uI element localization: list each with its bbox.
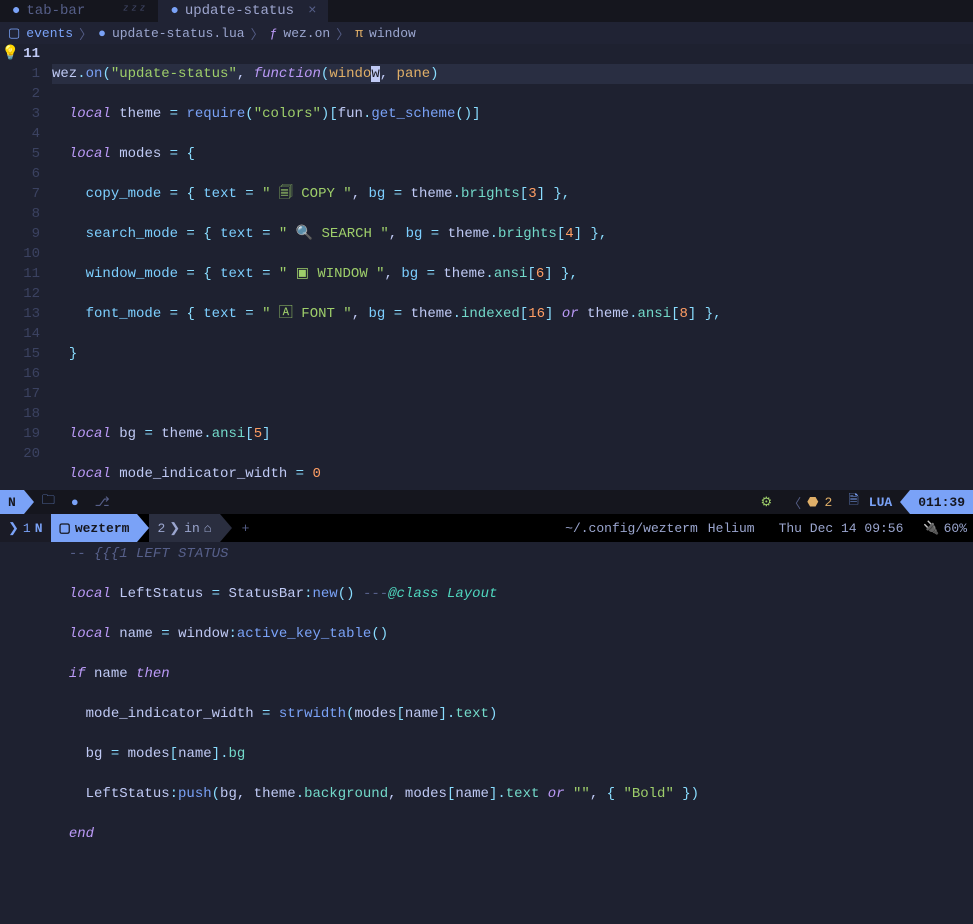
prompt-icon: ❯ xyxy=(169,521,180,536)
tab-active[interactable]: ● update-status × xyxy=(158,0,328,22)
lua-file-icon: ● xyxy=(98,26,106,41)
home-icon: ⌂ xyxy=(204,521,212,536)
tab-number: 2 xyxy=(157,521,165,536)
separator-icon xyxy=(220,514,232,542)
terminal-tab-active[interactable]: ▢ wezterm xyxy=(51,514,138,542)
line-number: 20 xyxy=(0,444,40,464)
chevron-right-icon: 〉 xyxy=(251,24,264,43)
session-number: 1 xyxy=(23,521,31,536)
oil-icon[interactable]: ● xyxy=(63,490,87,514)
line-number: 9 xyxy=(0,224,40,244)
file-icon: 🗎 xyxy=(848,491,858,513)
new-tab-button[interactable]: + xyxy=(232,521,260,536)
line-number: 16 xyxy=(0,364,40,384)
current-line-number: 11 xyxy=(23,46,40,62)
tab-label: tab-bar xyxy=(26,3,85,19)
line-number: 10 xyxy=(0,244,40,264)
folder-icon: ▢ xyxy=(59,521,71,536)
line-number: 11 xyxy=(0,264,40,284)
tab-modified-icon: ● xyxy=(170,3,178,19)
line-number: 14 xyxy=(0,324,40,344)
tab-icon: ● xyxy=(12,3,20,19)
line-number: 8 xyxy=(0,204,40,224)
sleep-indicator: ᶻᶻᶻ xyxy=(121,3,146,19)
function-icon: ƒ xyxy=(270,26,278,41)
line-number: 12 xyxy=(0,284,40,304)
line-number: 17 xyxy=(0,384,40,404)
prompt-icon: ❯ xyxy=(8,521,19,536)
clock: Thu Dec 14 09:56 xyxy=(765,521,918,536)
warning-icon: ⬣ xyxy=(807,495,818,510)
editor-tab-bar: ● tab-bar ᶻᶻᶻ ● update-status × xyxy=(0,0,973,22)
neovim-icon: N xyxy=(35,521,43,536)
code-editor[interactable]: 💡11 1 2 3 4 5 6 7 8 9 10 11 12 13 14 15 … xyxy=(0,44,973,490)
tab-inactive[interactable]: ● tab-bar ᶻᶻᶻ xyxy=(0,0,158,22)
plug-icon: 🔌 xyxy=(923,521,939,536)
battery-indicator: 🔌 60% xyxy=(917,521,973,536)
line-number: 15 xyxy=(0,344,40,364)
line-number: 2 xyxy=(0,84,40,104)
tab-label: update-status xyxy=(185,3,294,19)
line-number: 3 xyxy=(0,104,40,124)
battery-percent: 60% xyxy=(944,521,967,536)
file-browser-icon[interactable]: 🗀 xyxy=(34,490,63,514)
code-area[interactable]: wez.on("update-status", function(window,… xyxy=(52,44,973,490)
filetype-indicator: 🗎 LUA xyxy=(840,490,900,514)
chevron-left-icon: 〈 xyxy=(788,493,801,512)
git-branch-icon[interactable]: ⎇ xyxy=(87,490,118,514)
terminal-tab[interactable]: 2 ❯ in ⌂ xyxy=(149,514,219,542)
line-number: 7 xyxy=(0,184,40,204)
breadcrumb-param[interactable]: window xyxy=(369,26,416,41)
breadcrumb-file[interactable]: update-status.lua xyxy=(112,26,245,41)
separator-icon xyxy=(137,514,149,542)
close-icon[interactable]: × xyxy=(308,3,316,19)
line-number: 6 xyxy=(0,164,40,184)
param-icon: π xyxy=(355,26,363,41)
folder-icon: ▢ xyxy=(8,26,20,41)
line-gutter: 💡11 1 2 3 4 5 6 7 8 9 10 11 12 13 14 15 … xyxy=(0,44,52,490)
session-indicator[interactable]: ❯ 1 N xyxy=(0,514,51,542)
text-cursor: w xyxy=(371,66,379,82)
lightbulb-icon[interactable]: 💡 xyxy=(2,46,19,62)
chevron-right-icon: 〉 xyxy=(336,24,349,43)
cursor-position: 011:39 xyxy=(910,490,973,514)
tab-label: wezterm xyxy=(75,521,130,536)
line-number: 5 xyxy=(0,144,40,164)
chevron-right-icon: 〉 xyxy=(79,24,92,43)
line-number: 1 xyxy=(0,64,40,84)
breadcrumb-folder[interactable]: events xyxy=(26,26,73,41)
separator-icon xyxy=(900,490,910,514)
cwd-indicator: ~/.config/wezterm xyxy=(565,521,698,536)
diagnostic-count: 2 xyxy=(825,495,833,510)
separator-icon xyxy=(24,490,34,514)
tab-label: in xyxy=(184,521,200,536)
line-number: 4 xyxy=(0,124,40,144)
line-number: 18 xyxy=(0,404,40,424)
vim-mode-indicator: N xyxy=(0,490,24,514)
line-number: 19 xyxy=(0,424,40,444)
diagnostics[interactable]: 〈 ⬣ 2 xyxy=(780,490,840,514)
hostname-indicator: Helium xyxy=(698,521,765,536)
filetype-label: LUA xyxy=(869,495,892,510)
breadcrumb-function[interactable]: wez.on xyxy=(283,26,330,41)
lsp-status-icon[interactable]: ⚙ xyxy=(752,490,780,514)
line-number: 13 xyxy=(0,304,40,324)
breadcrumb: ▢ events 〉 ● update-status.lua 〉 ƒ wez.o… xyxy=(0,22,973,44)
